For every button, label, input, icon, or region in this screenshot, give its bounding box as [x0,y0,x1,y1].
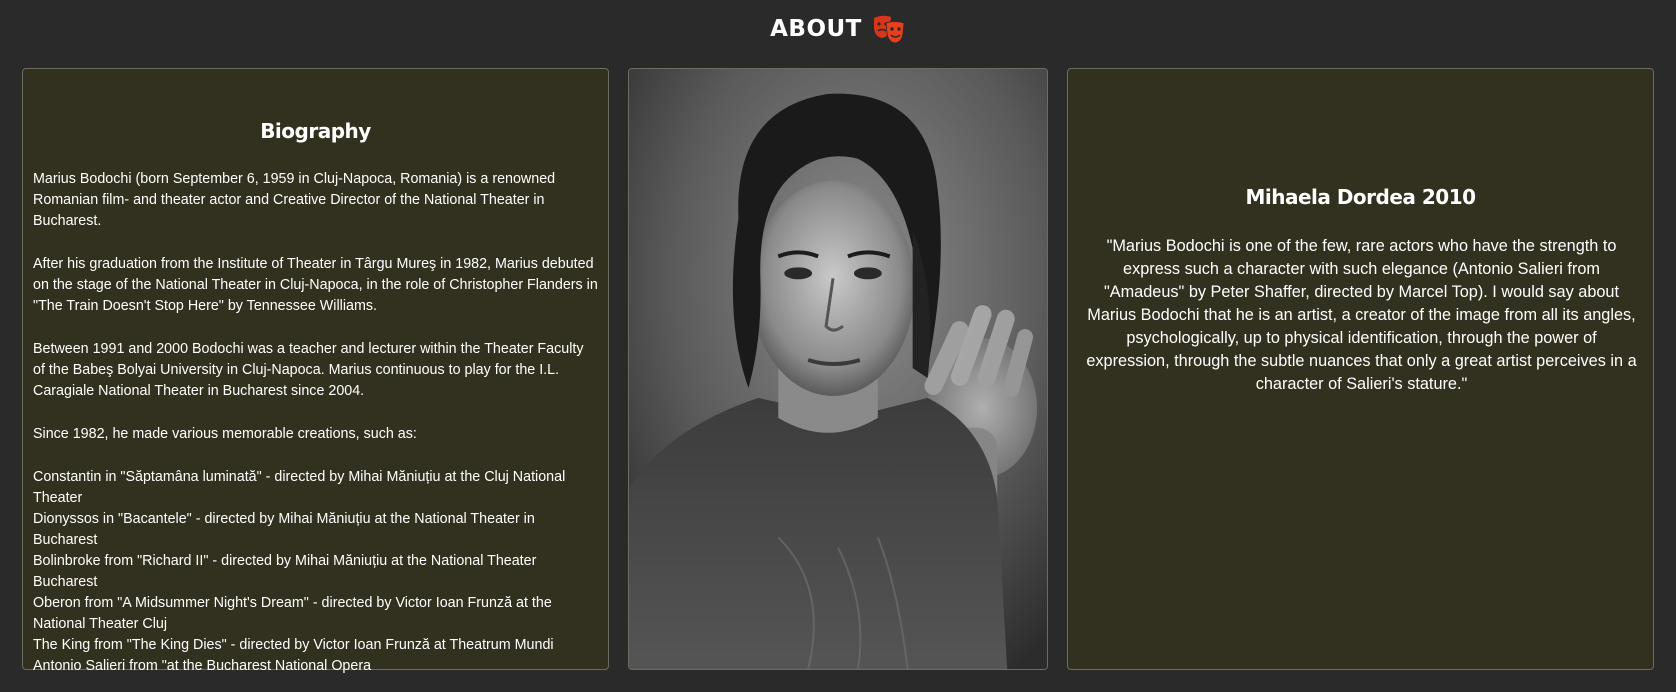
role-item: Constantin in "Săptamâna luminată" - dir… [33,469,566,506]
biography-paragraph: Marius Bodochi (born September 6, 1959 i… [33,171,556,229]
quote-text: "Marius Bodochi is one of the few, rare … [1086,237,1637,393]
about-page: ABOUT Biography Marius Bodochi (born Sep… [0,0,1676,692]
role-item: Dionyssos in "Bacantele" - directed by M… [33,511,535,548]
biography-paragraph: Between 1991 and 2000 Bodochi was a teac… [33,341,584,399]
biography-card: Biography Marius Bodochi (born September… [22,68,609,674]
biography-paragraph: After his graduation from the Institute … [33,256,598,314]
biography-title: Biography [260,119,371,143]
portrait-image [629,69,1047,669]
role-item: Bolinbroke from "Richard II" - directed … [33,553,537,590]
role-item: The King from "The King Dies" - directed… [33,637,554,653]
roles-list: Constantin in "Săptamâna luminată" - dir… [33,467,598,677]
biography-paragraph: Since 1982, he made various memorable cr… [33,426,417,442]
page-title: ABOUT [770,16,862,42]
about-header: ABOUT [0,14,1676,50]
portrait-photo [628,68,1048,670]
biography-body: Marius Bodochi (born September 6, 1959 i… [33,169,598,677]
quote-author: Mihaela Dordea 2010 [1245,185,1476,209]
quote-card: Mihaela Dordea 2010 "Marius Bodochi is o… [1067,68,1654,670]
theater-masks-icon [872,14,906,44]
role-item: Oberon from "A Midsummer Night's Dream" … [33,595,552,632]
role-item: Antonio Salieri from "at the Bucharest N… [33,658,372,674]
